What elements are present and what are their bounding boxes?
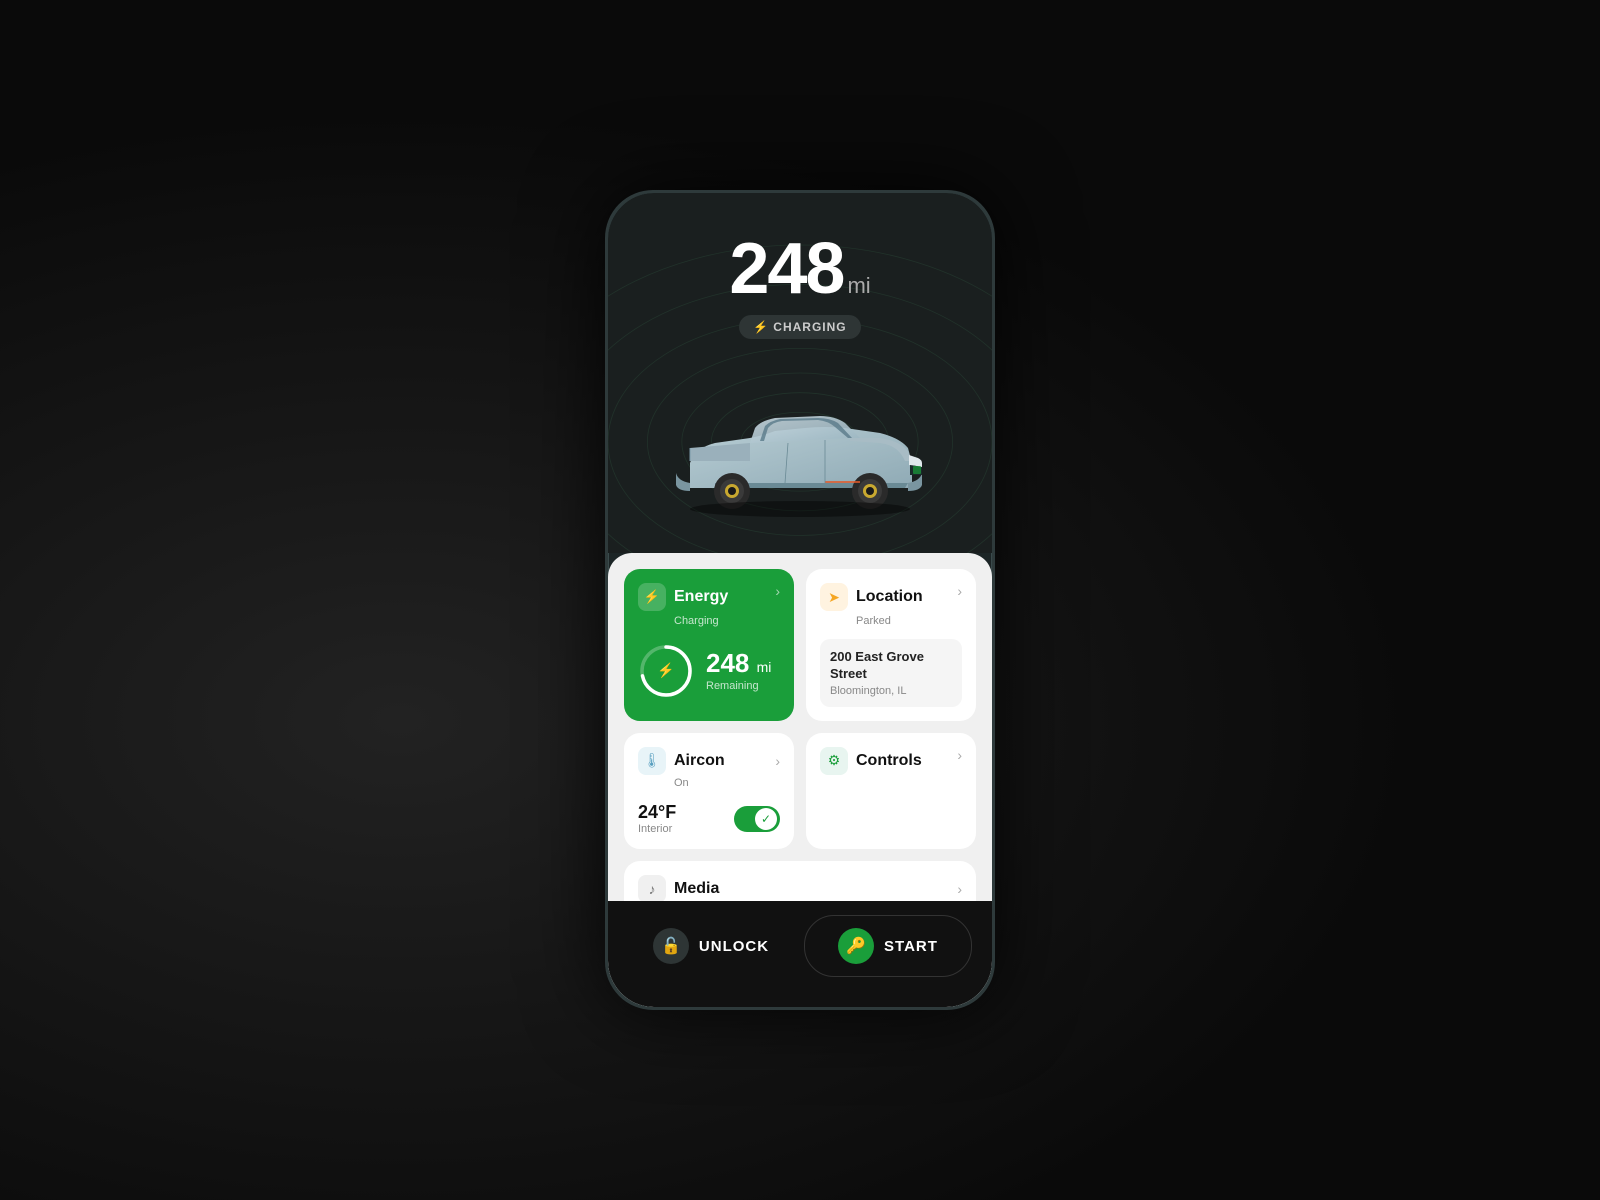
location-title: Location bbox=[856, 588, 923, 606]
energy-miles-number: 248 mi bbox=[706, 648, 771, 678]
address-line1: 200 East Grove Street bbox=[830, 649, 952, 683]
key-icon: 🔑 bbox=[846, 936, 866, 956]
svg-text:⚡: ⚡ bbox=[657, 662, 674, 679]
energy-miles-display: 248 mi bbox=[706, 650, 771, 677]
energy-header-left: ⚡ Energy bbox=[638, 583, 728, 611]
media-title: Media bbox=[674, 880, 719, 898]
media-chevron-icon: › bbox=[957, 881, 962, 897]
controls-header-left: ⚙ Controls bbox=[820, 747, 922, 775]
location-card[interactable]: ➤ Location › Parked 200 East Grove Stree… bbox=[806, 569, 976, 721]
energy-stats: 248 mi Remaining bbox=[706, 650, 771, 692]
location-icon-wrapper: ➤ bbox=[820, 583, 848, 611]
thermometer-icon: 🌡 bbox=[643, 752, 661, 769]
energy-card[interactable]: ⚡ Energy › Charging ⚡ bbox=[624, 569, 794, 721]
aircon-icon-wrapper: 🌡 bbox=[638, 747, 666, 775]
bolt-icon: ⚡ bbox=[753, 320, 768, 334]
cards-grid: ⚡ Energy › Charging ⚡ bbox=[624, 569, 976, 849]
toggle-knob: ✓ bbox=[755, 808, 777, 830]
address-box: 200 East Grove Street Bloomington, IL bbox=[820, 639, 962, 707]
toggle-background: ✓ bbox=[734, 806, 780, 832]
action-bar: 🔓 UNLOCK 🔑 START bbox=[608, 901, 992, 1007]
controls-card[interactable]: ⚙ Controls › bbox=[806, 733, 976, 849]
charging-label: CHARGING bbox=[773, 320, 846, 334]
top-section: 248 mi ⚡ CHARGING bbox=[608, 193, 992, 553]
unlock-icon-wrapper: 🔓 bbox=[653, 928, 689, 964]
aircon-temp-row: 24°F Interior ✓ bbox=[638, 803, 780, 835]
aircon-header: 🌡 Aircon › bbox=[638, 747, 780, 775]
media-icon-wrapper: ♪ bbox=[638, 875, 666, 903]
location-card-header: ➤ Location › bbox=[820, 583, 962, 611]
controls-card-header: ⚙ Controls › bbox=[820, 747, 962, 775]
aircon-temp-value: 24°F bbox=[638, 803, 676, 821]
controls-sliders-icon: ⚙ bbox=[828, 752, 841, 769]
energy-remaining-label: Remaining bbox=[706, 680, 771, 692]
aircon-subtitle: On bbox=[674, 777, 780, 789]
car-area bbox=[608, 353, 992, 553]
energy-card-header: ⚡ Energy › bbox=[638, 583, 780, 611]
charging-badge: ⚡ CHARGING bbox=[739, 315, 860, 339]
controls-chevron-icon: › bbox=[957, 747, 962, 763]
aircon-header-left: 🌡 Aircon bbox=[638, 747, 725, 775]
energy-title: Energy bbox=[674, 588, 728, 606]
energy-main: ⚡ 248 mi Remaining bbox=[638, 643, 780, 699]
location-chevron-icon: › bbox=[957, 583, 962, 599]
aircon-chevron-icon: › bbox=[775, 753, 780, 769]
energy-icon-wrapper: ⚡ bbox=[638, 583, 666, 611]
aircon-interior-label: Interior bbox=[638, 823, 676, 835]
energy-circle-progress: ⚡ bbox=[638, 643, 694, 699]
mileage-unit: mi bbox=[847, 273, 870, 299]
mileage-row: 248 mi bbox=[729, 233, 870, 305]
side-button[interactable] bbox=[992, 393, 995, 453]
aircon-title: Aircon bbox=[674, 752, 725, 770]
location-subtitle: Parked bbox=[856, 615, 962, 627]
controls-title: Controls bbox=[856, 752, 922, 770]
energy-bolt-icon: ⚡ bbox=[644, 589, 660, 605]
location-pin-icon: ➤ bbox=[828, 589, 840, 606]
start-icon-wrapper: 🔑 bbox=[838, 928, 874, 964]
mileage-number: 248 bbox=[729, 233, 843, 305]
unlock-button[interactable]: 🔓 UNLOCK bbox=[628, 915, 794, 977]
controls-icon-wrapper: ⚙ bbox=[820, 747, 848, 775]
car-image bbox=[660, 393, 940, 553]
aircon-temp-display: 24°F Interior bbox=[638, 803, 676, 835]
mileage-display: 248 mi ⚡ CHARGING bbox=[608, 233, 992, 339]
location-header-left: ➤ Location bbox=[820, 583, 923, 611]
lock-icon: 🔓 bbox=[661, 936, 681, 956]
start-button[interactable]: 🔑 START bbox=[804, 915, 972, 977]
unlock-label: UNLOCK bbox=[699, 938, 769, 955]
aircon-toggle[interactable]: ✓ bbox=[734, 806, 780, 832]
media-left: ♪ Media bbox=[638, 875, 719, 903]
aircon-card[interactable]: 🌡 Aircon › On 24°F Interior bbox=[624, 733, 794, 849]
screen: 248 mi ⚡ CHARGING bbox=[608, 193, 992, 1007]
start-label: START bbox=[884, 938, 938, 955]
energy-chevron-icon: › bbox=[775, 583, 780, 599]
music-note-icon: ♪ bbox=[649, 881, 656, 897]
energy-subtitle: Charging bbox=[674, 615, 780, 627]
phone-shell: 248 mi ⚡ CHARGING bbox=[605, 190, 995, 1010]
address-city: Bloomington, IL bbox=[830, 685, 952, 697]
